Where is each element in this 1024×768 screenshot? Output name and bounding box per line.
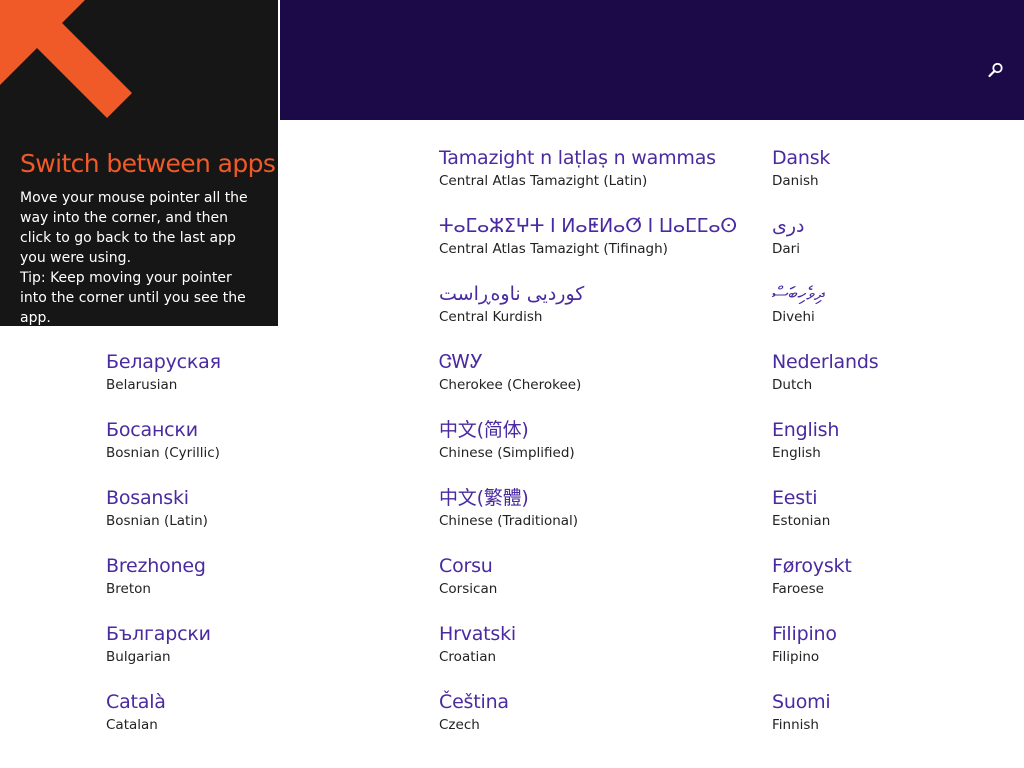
language-english-name: Catalan [106,717,158,733]
language-item[interactable]: 中文(简体) Chinese (Simplified) [439,418,759,478]
language-english-name: Central Kurdish [439,309,543,325]
language-english-name: Croatian [439,649,497,665]
tip-hint: Tip: Keep moving your pointer into the c… [20,270,246,326]
language-item[interactable]: Hrvatski Croatian [439,622,759,682]
language-english-name: Faroese [772,581,824,597]
language-english-name: Bosnian (Latin) [106,513,208,529]
language-item[interactable]: ދިވެހިބަސް Divehi [772,282,1012,342]
language-english-name: Bosnian (Cyrillic) [106,445,220,461]
language-native-name: Български [106,623,211,645]
language-english-name: Divehi [772,309,815,325]
language-native-name: Filipino [772,623,837,645]
language-native-name: Corsu [439,555,493,577]
language-item[interactable]: Corsu Corsican [439,554,759,614]
language-english-name: Belarusian [106,377,178,393]
language-item[interactable]: Čeština Czech [439,690,759,750]
language-english-name: Bulgarian [106,649,171,665]
language-english-name: Corsican [439,581,498,597]
language-item[interactable]: Tamazight n laṭlaṣ n wammas Central Atla… [439,146,759,206]
language-native-name: ⵜⴰⵎⴰⵣⵉⵖⵜ ⵏ ⵍⴰⵟⵍⴰⵚ ⵏ ⵡⴰⵎⵎⴰⵙ [439,215,737,237]
language-english-name: Central Atlas Tamazight (Latin) [439,173,648,189]
switch-apps-tip-panel: Switch between apps Move your mouse poin… [0,0,278,326]
language-native-name: ދިވެހިބަސް [772,283,825,305]
language-english-name: Chinese (Simplified) [439,445,575,461]
language-english-name: Danish [772,173,819,189]
language-native-name: Brezhoneg [106,555,206,577]
language-item[interactable]: English English [772,418,1012,478]
language-native-name: Беларуская [106,351,221,373]
language-native-name: Català [106,691,166,713]
language-native-name: Tamazight n laṭlaṣ n wammas [439,147,716,169]
language-item[interactable]: Suomi Finnish [772,690,1012,750]
language-item[interactable]: ᏣᎳᎩ Cherokee (Cherokee) [439,350,759,410]
language-item[interactable]: Dansk Danish [772,146,1012,206]
language-item[interactable]: Босански Bosnian (Cyrillic) [106,418,426,478]
language-native-name: Босански [106,419,198,441]
language-picker-screen: Беларуская Belarusian Босански Bosnian (… [0,0,1024,768]
language-item[interactable]: Føroyskt Faroese [772,554,1012,614]
language-item[interactable]: دری Dari [772,214,1012,274]
language-item[interactable]: ⵜⴰⵎⴰⵣⵉⵖⵜ ⵏ ⵍⴰⵟⵍⴰⵚ ⵏ ⵡⴰⵎⵎⴰⵙ Central Atlas… [439,214,759,274]
language-item[interactable]: Български Bulgarian [106,622,426,682]
language-native-name: کوردیی ناوەڕاست [439,283,585,305]
language-native-name: Nederlands [772,351,879,373]
language-english-name: Czech [439,717,480,733]
language-item[interactable]: Nederlands Dutch [772,350,1012,410]
language-native-name: Dansk [772,147,831,169]
language-item[interactable]: Bosanski Bosnian (Latin) [106,486,426,546]
language-native-name: 中文(繁體) [439,487,529,509]
language-native-name: Hrvatski [439,623,517,645]
tip-instructions: Move your mouse pointer all the way into… [20,190,248,266]
language-english-name: Dutch [772,377,813,393]
language-english-name: Dari [772,241,800,257]
language-item[interactable]: کوردیی ناوەڕاست Central Kurdish [439,282,759,342]
language-english-name: Finnish [772,717,819,733]
language-english-name: Central Atlas Tamazight (Tifinagh) [439,241,668,257]
language-item[interactable]: Eesti Estonian [772,486,1012,546]
language-native-name: English [772,419,840,441]
language-item[interactable]: Filipino Filipino [772,622,1012,682]
tip-title: Switch between apps [20,149,276,178]
language-item[interactable]: Català Catalan [106,690,426,750]
language-item[interactable]: Brezhoneg Breton [106,554,426,614]
language-item[interactable]: 中文(繁體) Chinese (Traditional) [439,486,759,546]
language-native-name: Eesti [772,487,818,509]
tip-body: Move your mouse pointer all the way into… [20,188,256,326]
language-native-name: ᏣᎳᎩ [439,351,483,373]
language-native-name: دری [772,215,805,237]
language-native-name: Føroyskt [772,555,852,577]
language-english-name: Breton [106,581,151,597]
language-native-name: Suomi [772,691,831,713]
language-native-name: Bosanski [106,487,189,509]
language-english-name: Estonian [772,513,831,529]
language-english-name: Cherokee (Cherokee) [439,377,582,393]
language-native-name: Čeština [439,691,509,713]
language-english-name: English [772,445,821,461]
language-english-name: Filipino [772,649,820,665]
arrow-up-left-icon [0,0,140,139]
language-native-name: 中文(简体) [439,419,529,441]
language-item[interactable]: Беларуская Belarusian [106,350,426,410]
language-english-name: Chinese (Traditional) [439,513,579,529]
